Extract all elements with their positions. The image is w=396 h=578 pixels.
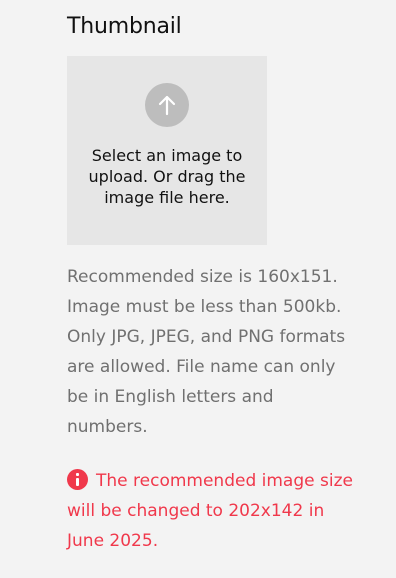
upload-help-text: Recommended size is 160x151. Image must …: [67, 267, 346, 437]
image-dropzone[interactable]: Select an image to upload. Or drag the i…: [67, 56, 267, 245]
dropzone-text: Select an image to upload. Or drag the i…: [88, 146, 246, 207]
section-title: Thumbnail: [67, 14, 182, 39]
size-change-notice: The recommended image size will be chang…: [67, 466, 357, 556]
info-icon: [67, 469, 88, 490]
notice-text: The recommended image size will be chang…: [67, 471, 353, 551]
upload-arrow-icon: [145, 83, 189, 127]
thumbnail-section: Thumbnail Select an image to upload. Or …: [67, 12, 357, 556]
